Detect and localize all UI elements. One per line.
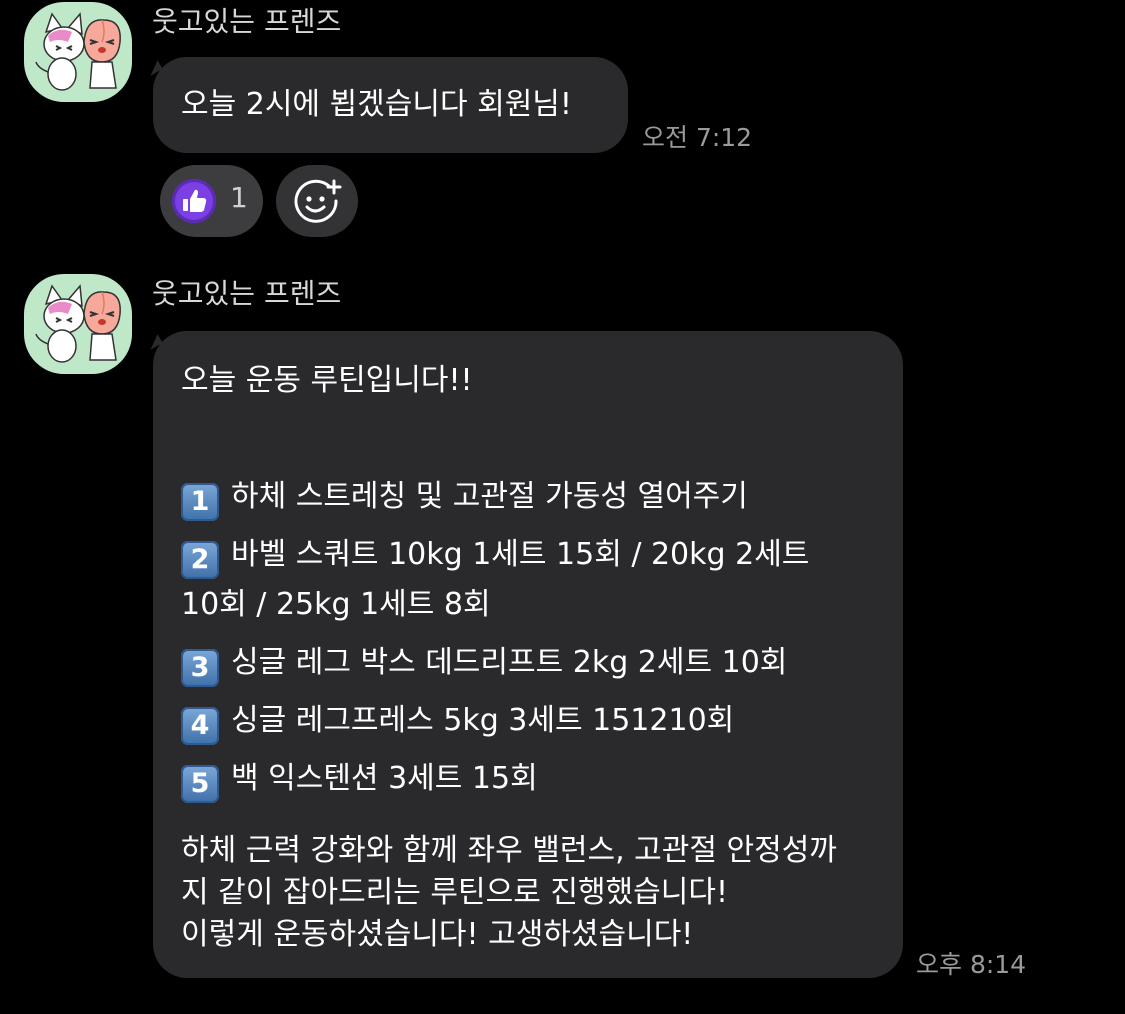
message-text: 오늘 2시에 뵙겠습니다 회원님!: [181, 87, 572, 122]
avatar-icon: [35, 284, 121, 363]
message-timestamp: 오전 7:12: [642, 123, 753, 152]
routine-outro-line: 이렇게 운동하셨습니다! 고생하셨습니다!: [181, 917, 694, 952]
routine-item-2-continued: 10회 / 25kg 1세트 8회: [181, 587, 491, 622]
like-reaction-button[interactable]: 1: [160, 165, 263, 237]
routine-item-5: 5백 익스텐션 3세트 15회: [181, 750, 875, 808]
keycap-2-icon: 2: [181, 541, 219, 579]
message-bubble[interactable]: 오늘 운동 루틴입니다!! 1 하체 스트레칭 및 고관절 가동성 열어주기 2바…: [153, 331, 903, 978]
routine-item-3: 3 싱글 레그 박스 데드리프트 2kg 2세트 10회: [181, 634, 875, 692]
sender-avatar[interactable]: [24, 274, 132, 374]
routine-outro-line: 지 같이 잡아드리는 루틴으로 진행했습니다!: [181, 875, 728, 910]
keycap-1-icon: 1: [181, 483, 219, 521]
keycap-4-icon: 4: [181, 707, 219, 745]
thumbs-up-icon: [172, 179, 216, 223]
avatar-icon: [35, 12, 121, 91]
like-count: 1: [230, 181, 248, 214]
sender-name: 웃고있는 프렌즈: [152, 5, 342, 38]
routine-outro-line: 하체 근력 강화와 함께 좌우 밸런스, 고관절 안정성까: [181, 833, 837, 868]
keycap-3-icon: 3: [181, 649, 219, 687]
add-reaction-button[interactable]: [276, 165, 358, 237]
add-reaction-icon: [294, 179, 342, 223]
routine-item-4: 4 싱글 레그프레스 5kg 3세트 151210회: [181, 692, 875, 750]
routine-intro: 오늘 운동 루틴입니다!!: [181, 363, 473, 398]
message-bubble[interactable]: 오늘 2시에 뵙겠습니다 회원님!: [153, 57, 628, 153]
keycap-5-icon: 5: [181, 765, 219, 803]
routine-item-1: 1 하체 스트레칭 및 고관절 가동성 열어주기: [181, 468, 875, 526]
sender-avatar[interactable]: [24, 2, 132, 102]
message-timestamp: 오후 8:14: [916, 950, 1027, 979]
sender-name: 웃고있는 프렌즈: [152, 277, 342, 310]
